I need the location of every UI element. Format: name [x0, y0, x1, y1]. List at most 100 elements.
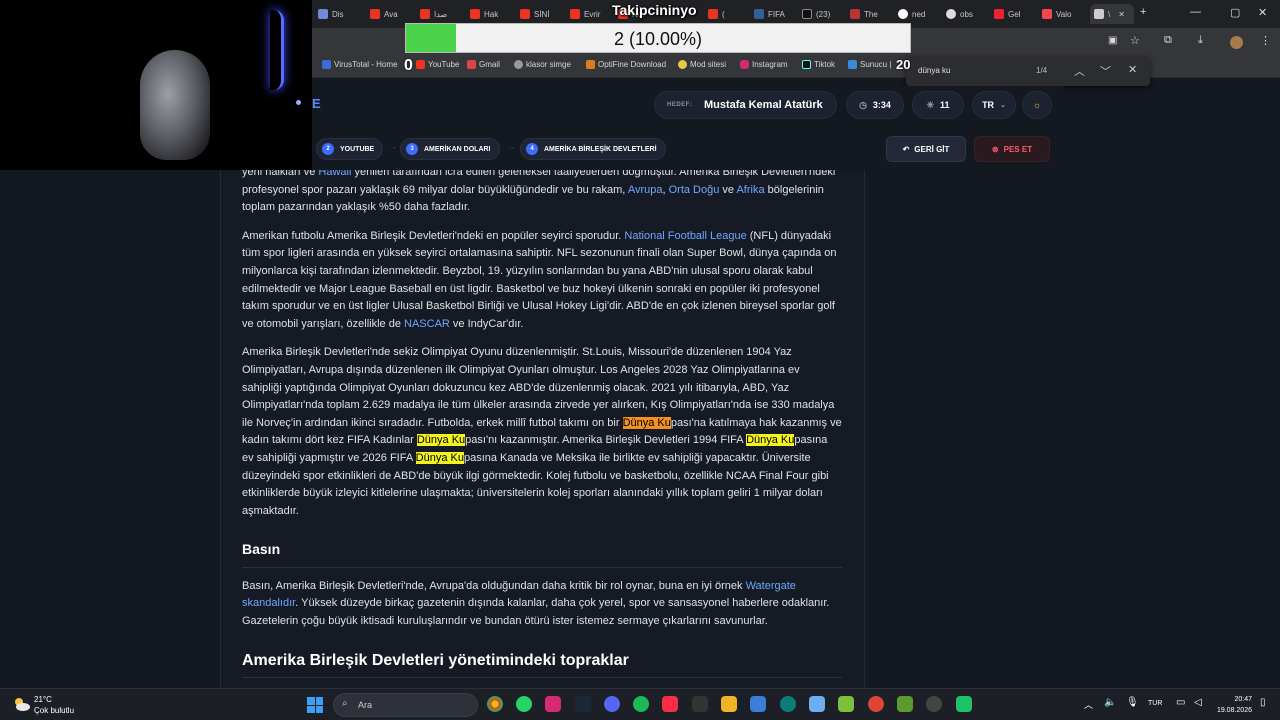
- sun-icon: ☼: [1032, 100, 1042, 110]
- find-previous-icon[interactable]: ︿: [1074, 63, 1085, 79]
- close-tab-icon[interactable]: ✕: [1118, 10, 1125, 19]
- menu-icon[interactable]: ⋮: [1260, 34, 1271, 47]
- fifa-icon: [754, 9, 764, 19]
- bookmark-star-icon[interactable]: ☆: [1130, 34, 1140, 47]
- tab[interactable]: (: [708, 4, 748, 24]
- undo-icon: ↶: [902, 144, 910, 154]
- close-window-icon[interactable]: ✕: [1258, 6, 1267, 19]
- weather-desc: Çok bulutlu: [34, 706, 75, 715]
- breadcrumb-step[interactable]: 3 AMERİKAN DOLARI: [400, 138, 500, 160]
- breadcrumb-step[interactable]: 2 YOUTUBE: [316, 138, 384, 160]
- tab[interactable]: Evrir: [570, 4, 614, 24]
- epic-games-icon[interactable]: [692, 696, 708, 712]
- system-clock[interactable]: 20:47 19.08.2026: [1212, 694, 1252, 716]
- news-icon: [850, 9, 860, 19]
- find-input[interactable]: dünya ku: [918, 66, 950, 75]
- download-icon[interactable]: ⤓: [1198, 34, 1203, 47]
- maximize-icon[interactable]: ▢: [1230, 6, 1240, 19]
- discord-icon[interactable]: [604, 696, 620, 712]
- app-icon[interactable]: [956, 696, 972, 712]
- tab-label: Hak: [484, 9, 499, 19]
- app-logo[interactable]: E: [312, 96, 321, 111]
- tab[interactable]: SİNİ: [520, 4, 566, 24]
- bookmark-optifine[interactable]: OptiFine Download: [586, 60, 666, 69]
- profile-avatar[interactable]: [1230, 36, 1243, 49]
- taskbar-search[interactable]: ⌕ Ara: [333, 693, 478, 717]
- progress-text: 2 (10.00%): [613, 29, 703, 49]
- tab[interactable]: The: [850, 4, 894, 24]
- bookmark-sunucu[interactable]: Sunucu |: [848, 60, 891, 69]
- tab-active[interactable]: \ ✕: [1090, 4, 1134, 24]
- bookmark-gmail[interactable]: Gmail: [467, 60, 500, 69]
- tab-label: ned: [912, 9, 926, 19]
- windows-start-icon[interactable]: [307, 697, 323, 713]
- app-icon[interactable]: [838, 696, 854, 712]
- link-nascar[interactable]: NASCAR: [404, 318, 450, 330]
- network-icon[interactable]: ▭: [1176, 697, 1185, 708]
- window-icon[interactable]: [809, 696, 825, 712]
- settings-icon[interactable]: [926, 696, 942, 712]
- path-breadcrumb: 2 YOUTUBE → 3 AMERİKAN DOLARI → 4 AMERİKA B…: [312, 132, 1064, 168]
- speaker-icon[interactable]: ◁: [1194, 697, 1202, 708]
- theme-toggle[interactable]: ☼: [1022, 91, 1052, 119]
- search-icon: ⌕: [342, 698, 348, 709]
- tab-label: Gel: [1008, 9, 1021, 19]
- section-heading-press: Basın: [242, 531, 842, 568]
- tab-label: FIFA: [768, 9, 785, 19]
- find-next-icon[interactable]: ﹀: [1100, 63, 1111, 79]
- tab[interactable]: obs: [946, 4, 990, 24]
- minimize-icon[interactable]: —: [1190, 6, 1201, 18]
- go-back-button[interactable]: ↶ GERİ GİT: [886, 136, 966, 162]
- notification-icon[interactable]: ▯: [1260, 697, 1266, 708]
- tray-chevron-icon[interactable]: ︿: [1084, 698, 1093, 711]
- steam-icon[interactable]: [575, 696, 591, 712]
- bookmark-mod[interactable]: Mod sitesi: [678, 60, 726, 69]
- youtube-icon: [370, 9, 380, 19]
- tab[interactable]: ned: [898, 4, 942, 24]
- tab[interactable]: Valo: [1042, 4, 1086, 24]
- tab-label: \: [1108, 9, 1111, 19]
- find-close-icon[interactable]: ✕: [1128, 63, 1137, 76]
- language-selector[interactable]: TR ⌄: [972, 91, 1016, 119]
- spotify-icon[interactable]: [633, 696, 649, 712]
- tab[interactable]: Gel: [994, 4, 1038, 24]
- link-afrika[interactable]: Afrika: [736, 184, 764, 196]
- bookmark-klasor[interactable]: klasor simge: [514, 60, 571, 69]
- volume-icon[interactable]: 🔈: [1104, 697, 1116, 708]
- give-up-button[interactable]: ⊗ PES ET: [974, 136, 1050, 162]
- minecraft-icon[interactable]: [897, 696, 913, 712]
- text: yerli halkları ve: [242, 170, 319, 178]
- instagram-icon[interactable]: [545, 696, 561, 712]
- tab[interactable]: Hak: [470, 4, 516, 24]
- tab[interactable]: Dis: [318, 4, 366, 24]
- new-tab-icon[interactable]: +: [1140, 6, 1146, 18]
- app-icon[interactable]: [750, 696, 766, 712]
- tab[interactable]: Ava: [370, 4, 416, 24]
- timer-value: 3:34: [872, 100, 891, 110]
- tab[interactable]: FIFA: [754, 4, 798, 24]
- screenshot-icon[interactable]: ▣: [1108, 35, 1117, 46]
- tab[interactable]: (23): [802, 4, 846, 24]
- step-label: AMERİKAN DOLARI: [424, 145, 491, 153]
- folder-icon[interactable]: [721, 696, 737, 712]
- link-hawaii[interactable]: Hawaii: [318, 170, 351, 178]
- bookmark-virustotal[interactable]: VirusTotal - Home: [322, 60, 397, 69]
- app-icon[interactable]: [868, 696, 884, 712]
- music-icon[interactable]: [662, 696, 678, 712]
- whatsapp-icon[interactable]: [516, 696, 532, 712]
- extensions-icon[interactable]: ⧉: [1164, 34, 1172, 47]
- microphone-icon[interactable]: 🎙: [1126, 697, 1139, 708]
- bookmark-tiktok[interactable]: Tiktok: [802, 60, 835, 69]
- bookmark-instagram[interactable]: Instagram: [740, 60, 788, 69]
- find-match: Dünya Ku: [746, 434, 795, 447]
- link-avrupa[interactable]: Avrupa: [628, 184, 663, 196]
- tab[interactable]: صدا: [420, 4, 466, 24]
- breadcrumb-step-current[interactable]: 4 AMERİKA BİRLEŞİK DEVLETLERİ: [520, 138, 666, 160]
- chrome-icon[interactable]: [487, 696, 503, 712]
- edge-icon[interactable]: [780, 696, 796, 712]
- link-nfl[interactable]: National Football League: [624, 230, 746, 242]
- find-match: Dünya Ku: [415, 451, 464, 464]
- link-orta-dogu[interactable]: Orta Doğu: [669, 184, 720, 196]
- input-language[interactable]: TUR: [1148, 700, 1162, 707]
- bookmark-youtube[interactable]: YouTube: [416, 60, 459, 69]
